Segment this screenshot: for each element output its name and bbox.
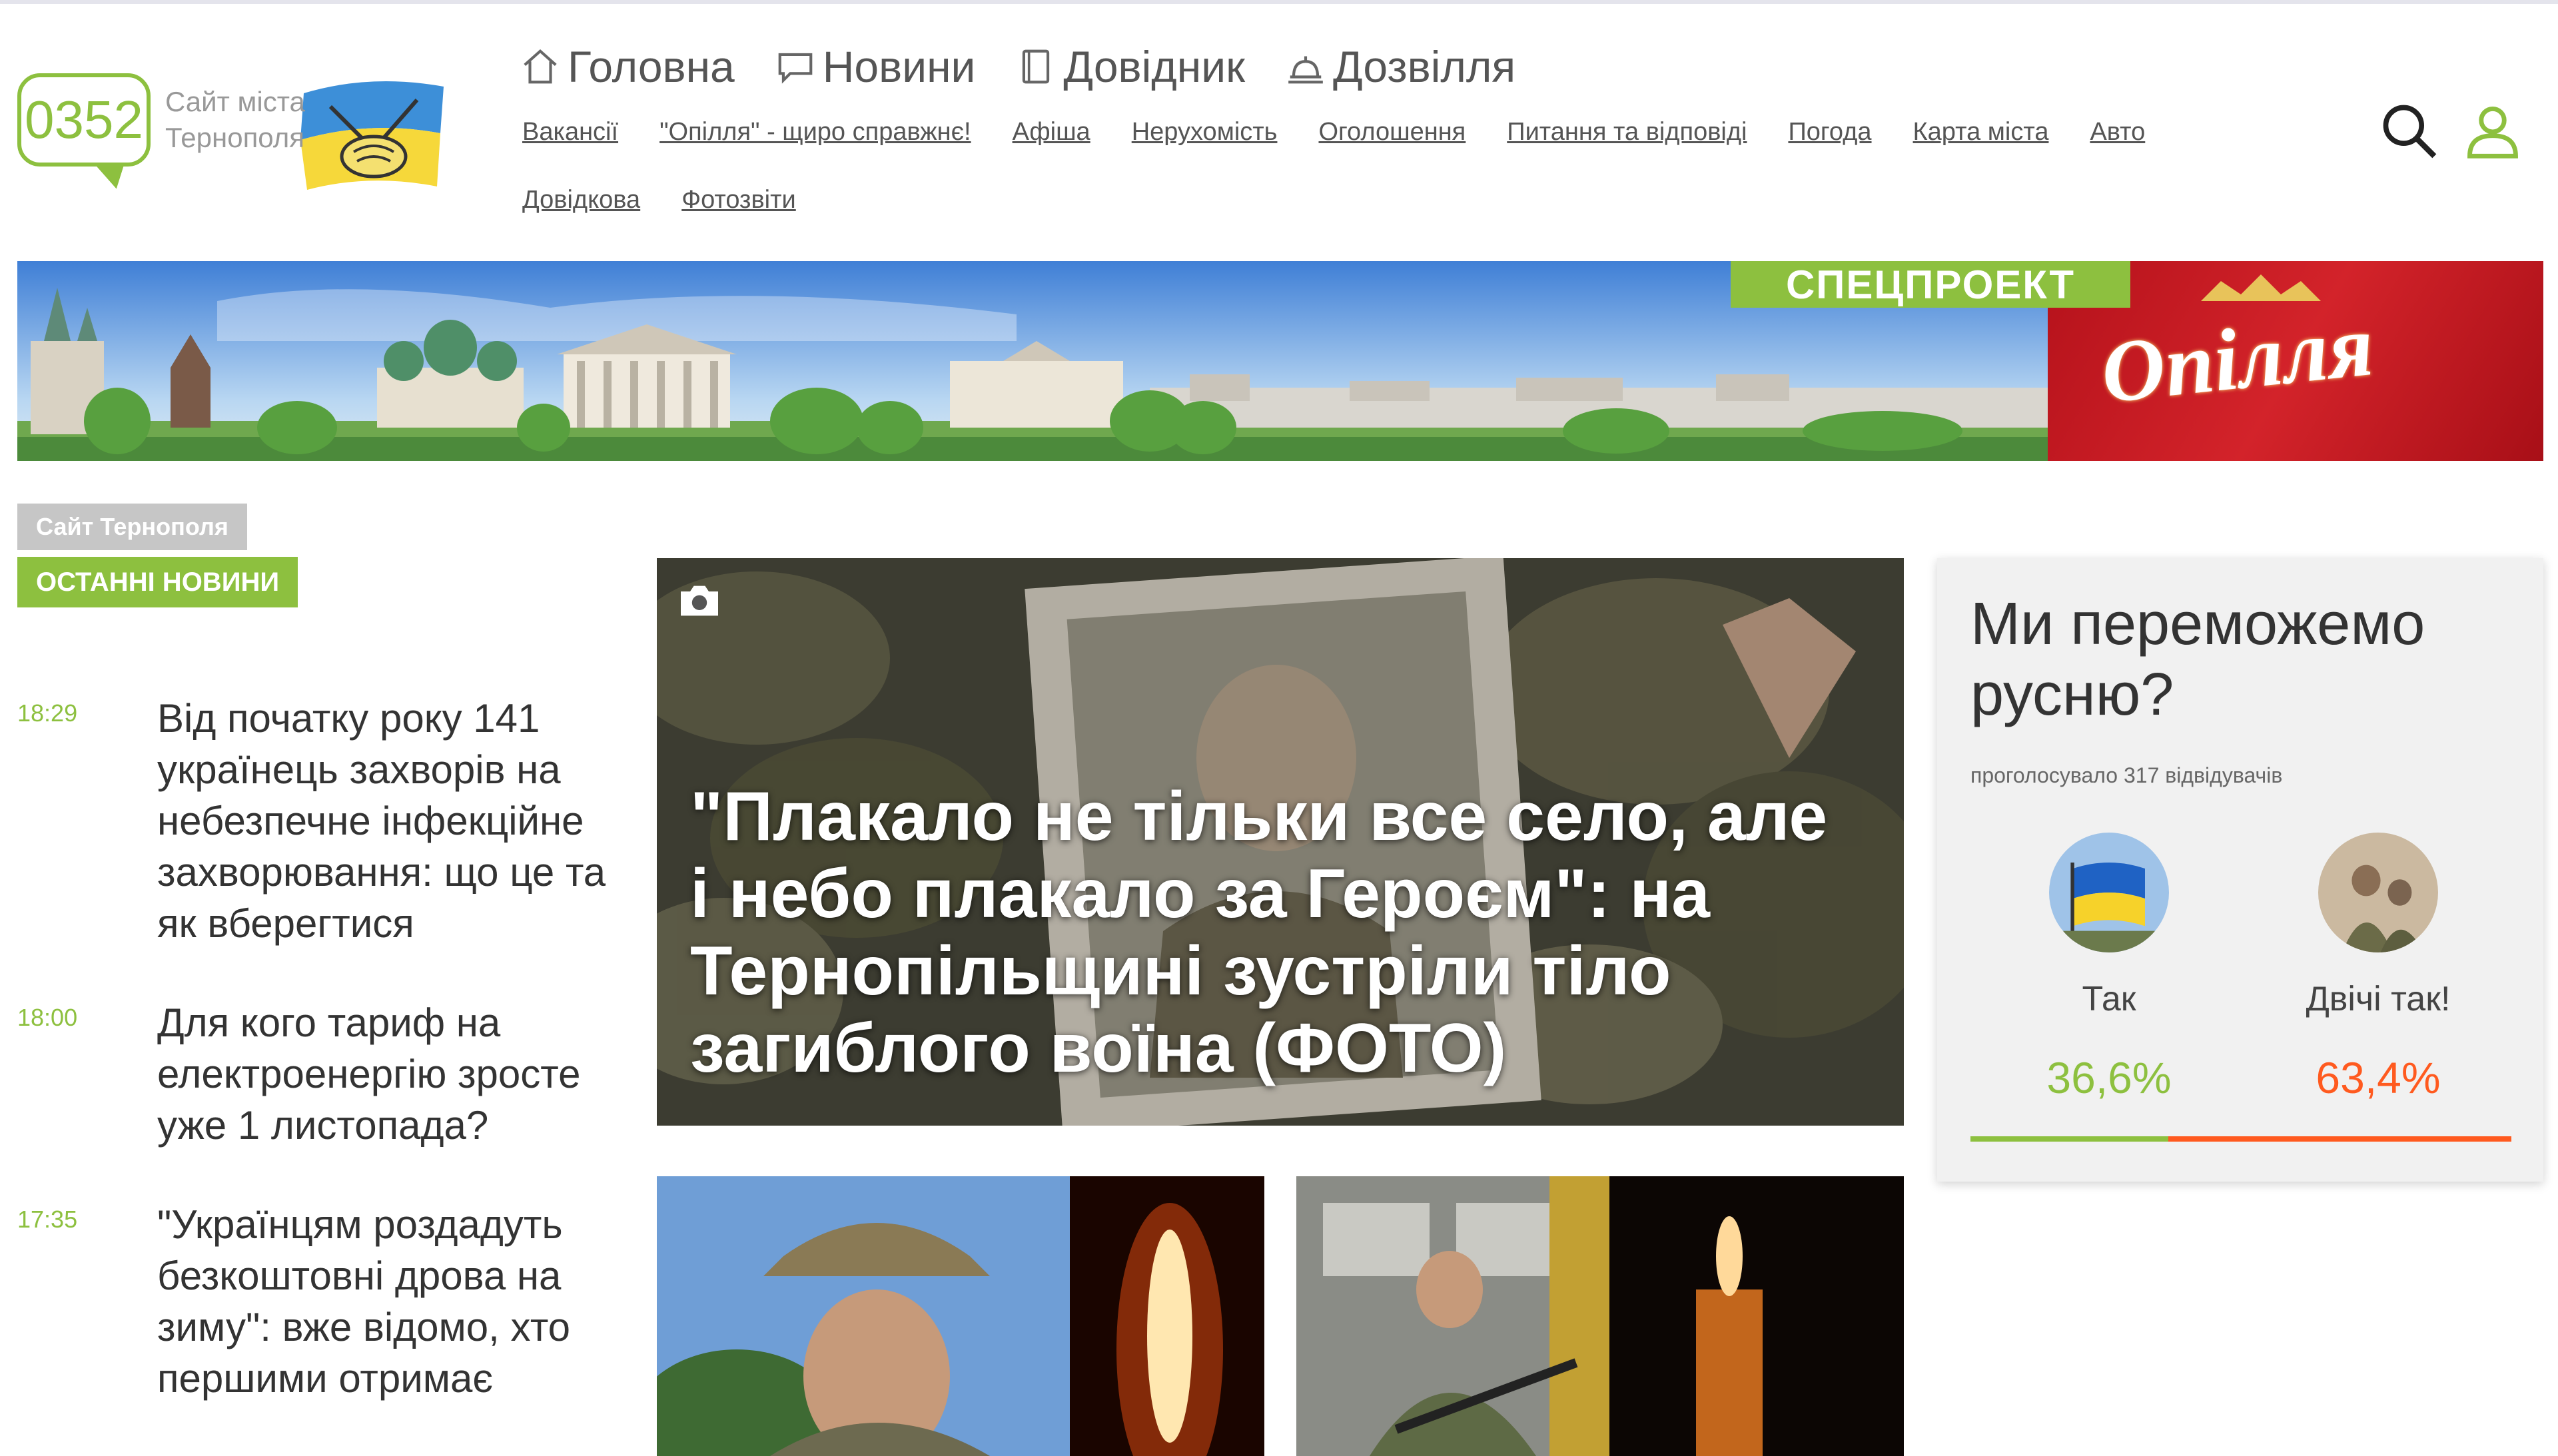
handshake-flag-icon <box>300 81 444 190</box>
poll-result-bar <box>1970 1136 2511 1142</box>
ukraine-flag-image <box>2049 833 2169 952</box>
sub-nav: Вакансії "Опілля" - щиро справжнє! Афіша… <box>522 115 2228 217</box>
nav-news[interactable]: Новини <box>775 40 976 93</box>
nav-news-label: Новини <box>822 42 976 91</box>
food-tray-icon <box>1288 56 1323 84</box>
featured-article[interactable]: "Плакало не тільки все село, але і небо … <box>657 558 1904 1126</box>
news-card[interactable] <box>657 1176 1264 1456</box>
poll-option-label: Так <box>2082 980 2136 1018</box>
subnav-opillia[interactable]: "Опілля" - щиро справжнє! <box>659 115 971 149</box>
home-icon <box>524 49 557 84</box>
poll-option-label: Двічі так! <box>2306 980 2451 1018</box>
top-border <box>0 0 2558 4</box>
poll-widget: Ми переможемо русню? проголосувало 317 в… <box>1937 558 2543 1182</box>
book-icon <box>1023 49 1050 84</box>
news-title[interactable]: "Українцям роздадуть безкоштовні дрова н… <box>157 1199 617 1404</box>
chat-bubble-icon <box>778 53 813 84</box>
search-icon[interactable] <box>2378 100 2439 161</box>
poll-option-image <box>2049 833 2169 952</box>
subnav-city-map[interactable]: Карта міста <box>1913 115 2049 149</box>
soldier-portrait-photo <box>657 1176 1264 1456</box>
soldiers-image <box>2318 833 2438 952</box>
logo-tagline: Сайт міста Тернополя <box>165 86 305 153</box>
camera-icon <box>681 585 718 616</box>
news-item[interactable]: 18:29 Від початку року 141 українець зах… <box>17 693 617 949</box>
news-title[interactable]: Для кого тариф на електроенергію зросте … <box>157 997 617 1151</box>
news-card[interactable] <box>1296 1176 1904 1456</box>
special-project-banner[interactable]: Опілля СПЕЦПРОЕКТ <box>17 261 2543 461</box>
featured-title[interactable]: "Плакало не тільки все село, але і небо … <box>690 778 1863 1087</box>
special-project-label: СПЕЦПРОЕКТ <box>1731 261 2130 308</box>
news-time: 18:00 <box>17 1004 78 1031</box>
site-tag: Сайт Тернополя <box>17 504 247 550</box>
subnav-afisha[interactable]: Афіша <box>1013 115 1090 149</box>
nav-home[interactable]: Головна <box>520 40 735 93</box>
nav-home-label: Головна <box>568 42 735 91</box>
latest-news-tag[interactable]: ОСТАННІ НОВИНИ <box>17 557 298 607</box>
subnav-ads[interactable]: Оголошення <box>1318 115 1466 149</box>
poll-bar-twice-yes <box>2168 1136 2511 1142</box>
nav-directory[interactable]: Довідник <box>1015 40 1245 93</box>
main-nav: Головна Новини Довідник Дозвілля <box>520 40 1515 93</box>
news-time: 18:29 <box>17 699 78 727</box>
site-logo[interactable]: 0352 Сайт міста Тернополя <box>17 67 444 200</box>
news-item[interactable]: 17:35 "Українцям роздадуть безкоштовні д… <box>17 1199 617 1404</box>
nav-directory-label: Довідник <box>1063 42 1245 91</box>
poll-option-yes[interactable]: Так 36,6% <box>2009 833 2209 1103</box>
latest-news-list: 18:29 Від початку року 141 українець зах… <box>17 693 617 1452</box>
news-item[interactable]: 18:00 Для кого тариф на електроенергію з… <box>17 997 617 1151</box>
news-time: 17:35 <box>17 1206 78 1233</box>
poll-option-twice-yes[interactable]: Двічі так! 63,4% <box>2278 833 2478 1103</box>
subnav-photo-reports[interactable]: Фотозвіти <box>681 182 796 217</box>
subnav-vacancies[interactable]: Вакансії <box>522 115 618 149</box>
poll-question: Ми переможемо русню? <box>1970 591 2425 728</box>
poll-option-percent: 63,4% <box>2316 1053 2441 1102</box>
poll-vote-count: проголосувало 317 відвідувачів <box>1970 763 2283 787</box>
subnav-real-estate[interactable]: Нерухомість <box>1132 115 1278 149</box>
news-title[interactable]: Від початку року 141 українець захворів … <box>157 693 617 949</box>
subnav-reference[interactable]: Довідкова <box>522 182 640 217</box>
brand-name: Опілля <box>2096 296 2378 422</box>
subnav-qa[interactable]: Питання та відповіді <box>1507 115 1747 149</box>
poll-option-image <box>2318 833 2438 952</box>
nav-leisure[interactable]: Дозвілля <box>1285 40 1515 93</box>
logo-code: 0352 <box>17 73 151 167</box>
soldier-memorial-photo <box>1296 1176 1904 1456</box>
nav-leisure-label: Дозвілля <box>1332 42 1516 91</box>
subnav-auto[interactable]: Авто <box>2090 115 2145 149</box>
user-icon[interactable] <box>2462 100 2523 161</box>
poll-bar-yes <box>1970 1136 2169 1142</box>
poll-option-percent: 36,6% <box>2046 1053 2172 1102</box>
subnav-weather[interactable]: Погода <box>1788 115 1871 149</box>
